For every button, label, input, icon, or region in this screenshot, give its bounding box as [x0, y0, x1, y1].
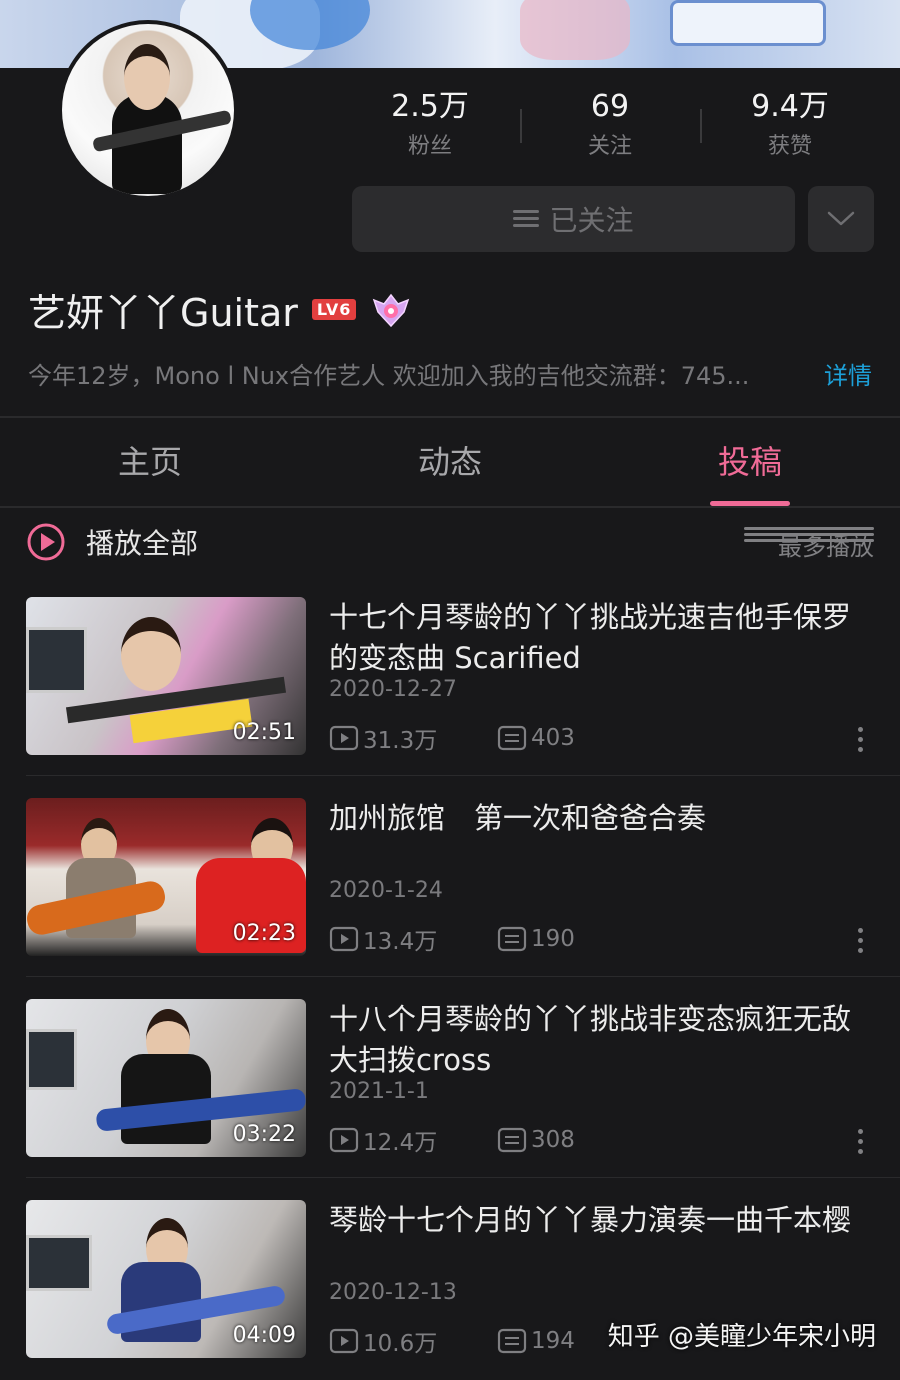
video-item[interactable]: 02:51 十七个月琴龄的丫丫挑战光速吉他手保罗的变态曲 Scarified 2… — [26, 597, 900, 777]
video-date: 2020-12-13 — [329, 1280, 457, 1305]
video-duration: 02:51 — [232, 720, 296, 745]
video-title[interactable]: 琴龄十七个月的丫丫暴力演奏一曲千本樱 — [329, 1200, 869, 1241]
video-thumbnail[interactable]: 02:23 — [26, 798, 306, 956]
followed-button-label: 已关注 — [549, 204, 634, 237]
play-count-icon — [329, 926, 359, 952]
stat-fans[interactable]: 2.5万 粉丝 — [340, 85, 520, 175]
comment-count-value: 194 — [531, 1328, 575, 1354]
comment-icon — [497, 1127, 527, 1153]
play-all-button[interactable]: 播放全部 — [26, 522, 198, 562]
vip-badge-icon — [373, 293, 410, 327]
play-all-label: 播放全部 — [86, 527, 199, 560]
comment-count: 308 — [497, 1127, 665, 1153]
view-count-value: 31.3万 — [363, 728, 438, 754]
divider — [26, 1177, 900, 1178]
sort-icon — [744, 527, 874, 553]
video-item[interactable]: 02:23 加州旅馆 第一次和爸爸合奏 2020-1-24 13.4万 190 — [26, 798, 900, 978]
bio-detail-link[interactable]: 详情 — [824, 356, 872, 391]
followed-button[interactable]: 已关注 — [352, 186, 795, 252]
view-count-value: 10.6万 — [363, 1331, 438, 1357]
comment-icon — [497, 926, 527, 952]
view-count-value: 12.4万 — [363, 1130, 438, 1156]
stat-following[interactable]: 69 关注 — [520, 85, 700, 175]
video-thumbnail[interactable]: 03:22 — [26, 999, 306, 1157]
video-item[interactable]: 03:22 十八个月琴龄的丫丫挑战非变态疯狂无敌大扫拨cross 2021-1-… — [26, 999, 900, 1179]
video-thumbnail[interactable]: 02:51 — [26, 597, 306, 755]
menu-icon — [513, 210, 540, 228]
profile-name-row: 艺妍丫丫Guitar LV6 — [28, 282, 410, 337]
comment-count-value: 308 — [531, 1127, 575, 1153]
profile-stats: 2.5万 粉丝 69 关注 9.4万 获赞 — [340, 85, 880, 175]
video-date: 2020-12-27 — [329, 677, 457, 702]
video-title[interactable]: 十八个月琴龄的丫丫挑战非变态疯狂无敌大扫拨cross — [329, 999, 869, 1081]
comment-count: 190 — [497, 926, 665, 952]
chevron-down-icon — [827, 211, 855, 226]
video-meta: 31.3万 403 — [329, 721, 665, 755]
stat-value: 69 — [590, 89, 630, 124]
tab-home[interactable]: 主页 — [0, 418, 300, 506]
video-duration: 02:23 — [232, 921, 296, 946]
more-icon[interactable] — [858, 727, 864, 752]
play-count-icon — [329, 1328, 359, 1354]
view-count: 31.3万 — [329, 721, 497, 755]
view-count: 13.4万 — [329, 922, 497, 956]
play-count-icon — [329, 1127, 359, 1153]
video-title[interactable]: 十七个月琴龄的丫丫挑战光速吉他手保罗的变态曲 Scarified — [329, 597, 869, 679]
play-count-icon — [329, 725, 359, 751]
view-count-value: 13.4万 — [363, 929, 438, 955]
view-count: 10.6万 — [329, 1324, 497, 1358]
video-item[interactable]: 04:09 琴龄十七个月的丫丫暴力演奏一曲千本樱 2020-12-13 10.6… — [26, 1200, 900, 1380]
more-icon[interactable] — [858, 928, 864, 953]
sort-button[interactable]: 最多播放 — [744, 527, 874, 562]
more-icon[interactable] — [858, 1129, 864, 1154]
video-date: 2021-1-1 — [329, 1079, 429, 1104]
video-duration: 03:22 — [232, 1122, 296, 1147]
video-date: 2020-1-24 — [329, 878, 443, 903]
comment-icon — [497, 1328, 527, 1354]
stat-value: 9.4万 — [751, 89, 829, 124]
comment-count-value: 403 — [531, 725, 575, 751]
tab-uploads[interactable]: 投稿 — [600, 418, 900, 506]
stat-likes[interactable]: 9.4万 获赞 — [700, 85, 880, 175]
divider — [26, 775, 900, 776]
watermark: 知乎 @美瞳少年宋小明 — [607, 1322, 876, 1352]
more-options-button[interactable] — [808, 186, 874, 252]
stat-label: 获赞 — [767, 134, 812, 159]
divider — [0, 506, 900, 508]
tab-dynamics[interactable]: 动态 — [300, 418, 600, 506]
video-title[interactable]: 加州旅馆 第一次和爸爸合奏 — [329, 798, 869, 839]
view-count: 12.4万 — [329, 1123, 497, 1157]
comment-count: 403 — [497, 725, 665, 751]
play-circle-icon — [27, 523, 65, 561]
video-thumbnail[interactable]: 04:09 — [26, 1200, 306, 1358]
stat-label: 关注 — [587, 134, 632, 159]
video-meta: 12.4万 308 — [329, 1123, 665, 1157]
video-duration: 04:09 — [232, 1323, 296, 1348]
level-badge: LV6 — [311, 299, 357, 320]
profile-name: 艺妍丫丫Guitar — [28, 291, 298, 335]
profile-bio: 今年12岁，Mono l Nux合作艺人 欢迎加入我的吉他交流群：745... — [28, 362, 750, 390]
divider — [26, 976, 900, 977]
profile-tabs: 主页 动态 投稿 — [0, 418, 900, 506]
comment-icon — [497, 725, 527, 751]
avatar[interactable] — [58, 20, 238, 200]
comment-count-value: 190 — [531, 926, 575, 952]
stat-label: 粉丝 — [407, 134, 452, 159]
stat-value: 2.5万 — [391, 89, 469, 124]
video-meta: 13.4万 190 — [329, 922, 665, 956]
